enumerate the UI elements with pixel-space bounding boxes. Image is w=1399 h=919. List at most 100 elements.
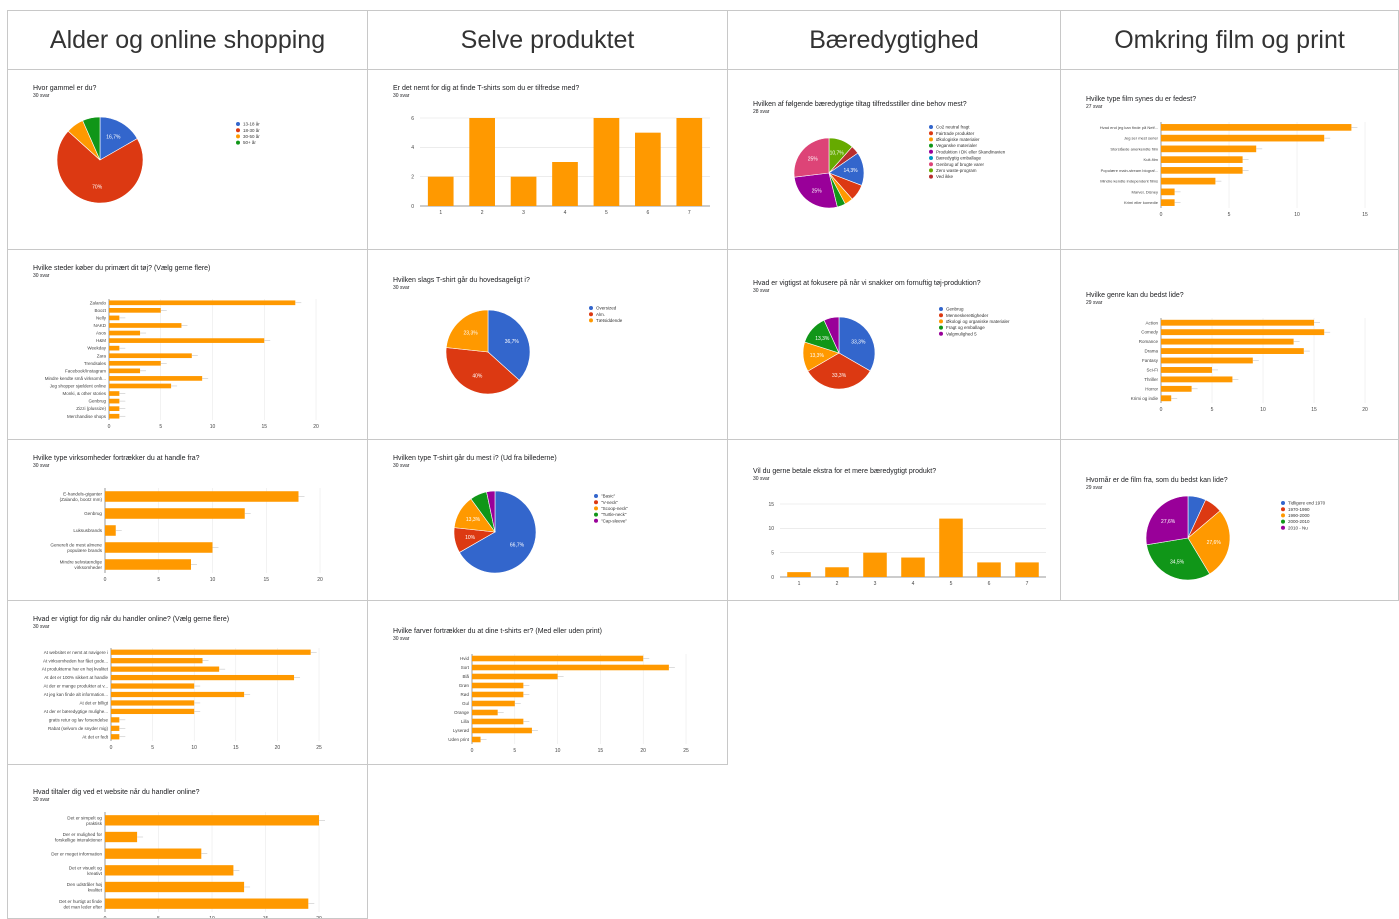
bar-thriller (1161, 376, 1233, 383)
x-tick-label: 5 (159, 424, 162, 430)
pie-slice-label: 16,7% (106, 135, 121, 141)
chart-tshirt-type-pie: Hvilken type T-shirt går du mest i? (Ud … (367, 439, 728, 601)
legend-marker (929, 131, 933, 136)
legend-label: "Basic" (601, 494, 616, 499)
pie-slice-label: 25% (812, 189, 823, 195)
chart-tshirt-colors-hbar: Hvilke farver fortrækker du at dine t-sh… (367, 600, 728, 765)
pie-slice-label: 27,6% (1207, 540, 1222, 546)
y-category-label: Storslåede anerkendte film (1110, 146, 1158, 151)
y-category-label: Blå (462, 673, 469, 679)
chart-response-count: 30 svar (33, 273, 50, 279)
legend-label: Økologiske materialer (936, 137, 980, 142)
legend-marker (929, 162, 933, 167)
x-tick-label: 3 (874, 581, 877, 587)
chart-svg: Hvad tiltaler dig ved et website når du … (33, 788, 325, 918)
chart-response-count: 30 svar (393, 636, 410, 642)
chart-title: Hvilken slags T-shirt går du hovedsageli… (393, 276, 530, 284)
pie-slice-label: 70% (92, 184, 103, 190)
y-category-label: At virksomheden har fået gode... (43, 657, 108, 663)
legend-label: Oversized (596, 306, 617, 311)
x-tick-label: 5 (950, 581, 953, 587)
x-tick-label: 20 (317, 577, 323, 583)
bar-drama (1161, 348, 1304, 354)
y-tick-label: 2 (411, 174, 414, 180)
y-category-label: Luksusbrands (73, 528, 102, 533)
bar-3 (510, 176, 537, 206)
chart-title: Hvilken type T-shirt går du mest i? (Ud … (393, 454, 557, 462)
y-category-label: gratis retur og lav forsendelse (49, 717, 109, 722)
chart-response-count: 30 svar (753, 288, 770, 294)
pie-slice-label: 10% (465, 535, 476, 541)
legend-marker (236, 128, 240, 133)
pie-slice-label: 33,3% (832, 373, 847, 379)
x-tick-label: 15 (233, 745, 239, 751)
bar-den-udstråler-høj-kvalitet (105, 881, 245, 893)
legend-label: 1970-1990 (1288, 507, 1310, 512)
x-tick-label: 1 (439, 210, 442, 216)
bar-rabat-selvom-de-snyder-mig (111, 725, 120, 731)
bar-4 (552, 162, 578, 206)
chart-response-count: 29 svar (1086, 300, 1103, 306)
y-category-label: praktisk (86, 821, 103, 826)
bar-grøn (472, 682, 524, 689)
bar-7 (676, 118, 703, 206)
chart-title: Hvad tiltaler dig ved et website når du … (33, 788, 200, 796)
chart-shopping-places-hbar: Hvilke steder køber du primært dit tøj? … (7, 249, 368, 440)
bar-fantasy (1161, 357, 1253, 364)
column-header-product: Selve produktet (367, 10, 728, 70)
y-category-label: Zara (97, 353, 107, 358)
y-category-label: At produkterne har en høj kvalitet (42, 667, 109, 672)
legend-marker (929, 143, 933, 148)
bar-zalando (109, 300, 296, 306)
x-tick-label: 15 (263, 577, 269, 583)
bar-hvid (472, 655, 644, 662)
chart-svg: Hvad er vigtigst at fokusere på når vi s… (753, 279, 1010, 390)
chart-film-era-pie: Hvornår er de film fra, som du bedst kan… (1060, 439, 1399, 601)
bar-merchandise-shops (109, 413, 120, 419)
bar-kult-film (1161, 156, 1243, 163)
pie-slice-label: 25% (808, 156, 819, 162)
chart-svg: Hvilke genre kan du bedst lide?29 svar 0 5… (1086, 292, 1368, 413)
x-tick-label: 7 (1026, 581, 1029, 587)
bar-h-m (109, 338, 265, 343)
bar-luksusbrands (105, 525, 116, 536)
bar-at-jeg-kan-finde-alt-information (111, 691, 245, 698)
y-category-label: Det er simpelt og (67, 816, 102, 821)
bar-4 (901, 557, 925, 577)
bar-at-det-er-fedt (111, 734, 120, 740)
y-category-label: Det er hurtigt at finde (59, 899, 102, 904)
legend-label: Tætsiddende (596, 318, 623, 323)
bar-weekday (109, 345, 120, 351)
bar-der-er-meget-information (105, 848, 202, 859)
bar-horror (1161, 385, 1192, 392)
legend-marker (589, 306, 593, 310)
bar-at-virksomheden-har-fået-gode (111, 658, 203, 664)
legend-marker (929, 168, 933, 173)
x-tick-label: 10 (191, 745, 197, 751)
chart-website-appeal-hbar: Hvad tiltaler dig ved et website når du … (7, 764, 368, 919)
x-tick-label: 10 (210, 577, 216, 583)
bar-blå (472, 673, 558, 680)
y-category-label: Boozt (94, 308, 106, 313)
chart-title: Hvor gammel er du? (33, 85, 97, 92)
x-tick-label: 15 (261, 424, 267, 430)
y-category-label: Monki, & other stories (62, 391, 106, 396)
chart-svg: Er det nemt for dig at finde T-shirts so… (393, 85, 710, 216)
bar-at-det-er-billigt (111, 700, 195, 706)
bar-nakd (109, 323, 182, 328)
bar-1 (427, 176, 454, 206)
chart-svg: Hvilken slags T-shirt går du hovedsageli… (393, 276, 623, 395)
x-tick-label: 2 (836, 581, 839, 587)
legend-label: Ved ikke (936, 174, 954, 179)
chart-film-types-hbar: Hvilke type film synes du er fedest? 27 s… (1060, 69, 1399, 250)
chart-title: Hvilke type film synes du er fedest? (1086, 96, 1196, 103)
x-tick-label: 5 (605, 210, 608, 216)
legend-label: Menneskerettigheder (946, 313, 989, 318)
bar-rød (472, 691, 524, 698)
pie-slice-label: 10,7% (830, 151, 845, 157)
pie-slice-label: 13,3% (815, 336, 830, 342)
chart-title: Vil du gerne betale ekstra for et mere b… (753, 468, 936, 475)
y-tick-label: 6 (411, 116, 414, 122)
chart-response-count: 28 svar (753, 109, 770, 115)
y-tick-label: 0 (771, 575, 774, 581)
